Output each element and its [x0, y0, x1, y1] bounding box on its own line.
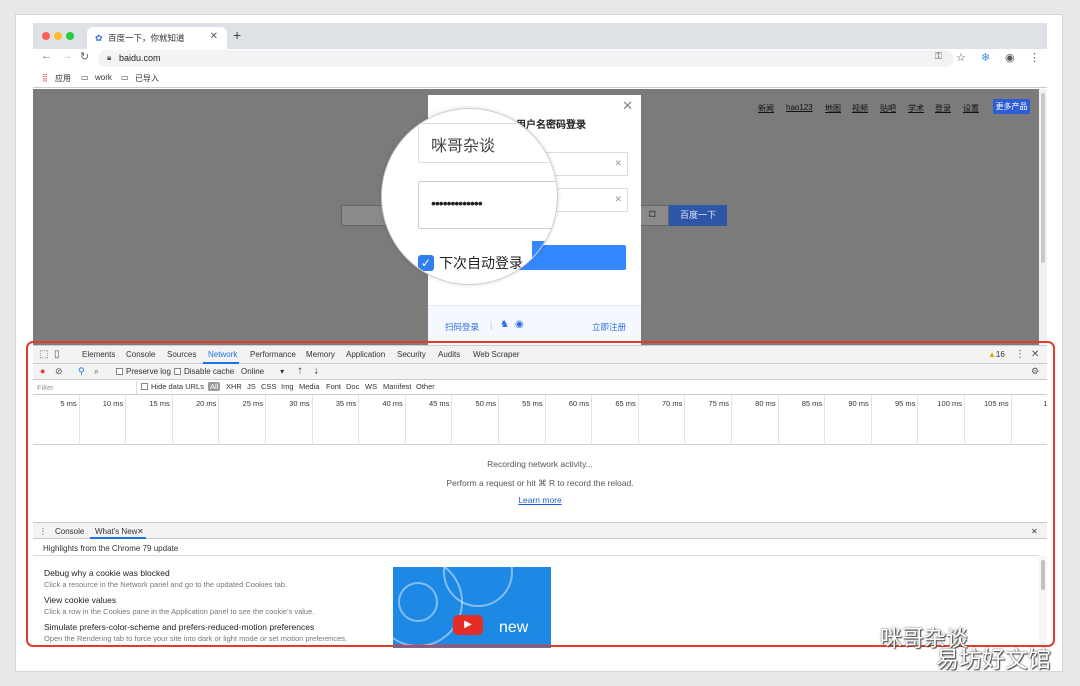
remember-login-label: 下次自动登录: [439, 255, 523, 271]
magnified-password-field[interactable]: •••••••••••••: [418, 181, 557, 229]
password-value: •••••••••••••: [431, 195, 483, 211]
folder-icon: ▭: [81, 73, 89, 82]
tab-title: 百度一下，你就知道: [108, 33, 185, 43]
clear-icon[interactable]: ✕: [614, 194, 622, 205]
close-window-button[interactable]: [42, 32, 50, 40]
watermark-line2: 易坊好文馆: [936, 646, 1051, 672]
bookmark-star-icon[interactable]: ☆: [956, 51, 966, 64]
forward-icon[interactable]: →: [61, 50, 72, 62]
baidu-paw-icon: ✿: [95, 33, 103, 43]
link-video[interactable]: 视频: [852, 103, 868, 114]
magnifier-callout: 咪哥杂谈 ••••••••••••• ✓ 下次自动登录: [381, 108, 558, 285]
weibo-icon[interactable]: ◉: [515, 319, 524, 330]
key-icon[interactable]: ⚿: [935, 51, 942, 62]
bookmark-work[interactable]: work: [95, 73, 112, 82]
modal-footer: 扫码登录 | ♞ ◉ 立即注册: [428, 305, 641, 345]
link-settings[interactable]: 设置: [963, 103, 979, 114]
profile-icon[interactable]: ◉: [1005, 51, 1015, 64]
close-icon[interactable]: ✕: [622, 98, 633, 114]
qr-login-link[interactable]: 扫码登录: [445, 321, 479, 333]
register-link[interactable]: 立即注册: [592, 321, 626, 333]
new-tab-icon[interactable]: +: [233, 27, 241, 43]
maximize-window-button[interactable]: [66, 32, 74, 40]
extension-icon[interactable]: ❄: [981, 51, 990, 64]
username-value: 咪哥杂谈: [431, 138, 496, 155]
reload-icon[interactable]: ↻: [80, 50, 89, 63]
bookmark-imported[interactable]: 已导入: [135, 73, 159, 84]
clear-icon[interactable]: ✕: [614, 158, 622, 169]
page-scrollbar[interactable]: [1039, 89, 1047, 345]
url-text: baidu.com: [119, 53, 161, 63]
link-map[interactable]: 地图: [825, 103, 841, 114]
more-products-button[interactable]: 更多产品: [993, 99, 1030, 114]
menu-kebab-icon[interactable]: ⋮: [1029, 51, 1040, 64]
folder-icon: ▭: [121, 73, 129, 82]
tab-strip: ✿ 百度一下，你就知道 ✕ +: [33, 23, 1047, 49]
divider: |: [490, 320, 493, 330]
link-hao123[interactable]: hao123: [786, 103, 813, 112]
scrollbar-thumb[interactable]: [1041, 93, 1045, 263]
camera-icon[interactable]: ◘: [649, 208, 656, 220]
back-icon[interactable]: ←: [41, 50, 52, 62]
link-login[interactable]: 登录: [935, 103, 951, 114]
address-bar[interactable]: 🔒︎ baidu.com: [98, 50, 954, 67]
highlight-frame: [26, 341, 1055, 647]
link-news[interactable]: 新闻: [758, 103, 774, 114]
link-academic[interactable]: 学术: [908, 103, 924, 114]
apps-grid-icon: ⣿: [42, 73, 48, 82]
bookmark-apps[interactable]: 应用: [55, 73, 71, 84]
magnified-username-field[interactable]: 咪哥杂谈: [418, 123, 557, 163]
bookmarks-bar: ⣿ 应用 ▭ work ▭ 已导入: [33, 68, 1047, 88]
link-tieba[interactable]: 贴吧: [880, 103, 896, 114]
checkbox-checked-icon[interactable]: ✓: [418, 255, 434, 271]
browser-toolbar: ← → ↻ 🔒︎ baidu.com ⚿ ☆ ❄ ◉ ⋮: [33, 49, 1047, 68]
browser-tab[interactable]: ✿ 百度一下，你就知道 ✕: [87, 27, 227, 49]
qq-icon[interactable]: ♞: [500, 319, 509, 330]
lock-icon: 🔒︎: [107, 53, 112, 62]
close-tab-icon[interactable]: ✕: [210, 31, 218, 42]
magnified-login-button[interactable]: [532, 241, 557, 265]
minimize-window-button[interactable]: [54, 32, 62, 40]
search-button[interactable]: 百度一下: [669, 205, 727, 226]
